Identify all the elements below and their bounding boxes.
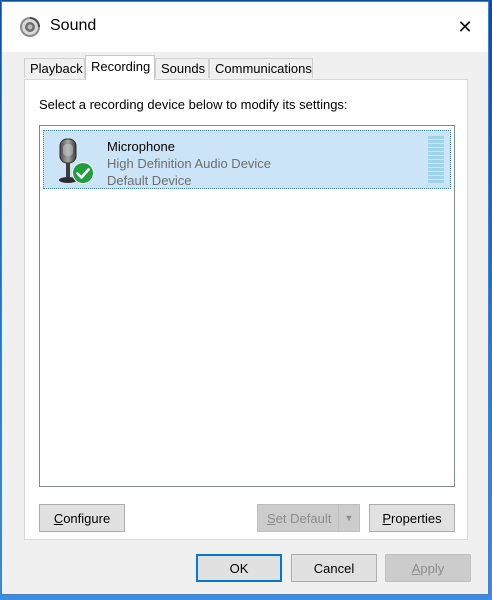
configure-label: Configure: [53, 510, 111, 526]
cancel-button[interactable]: Cancel: [291, 554, 377, 582]
default-check-icon: [72, 162, 94, 184]
set-default-button[interactable]: Set Default ▼: [257, 504, 360, 532]
ok-button[interactable]: OK: [196, 554, 282, 582]
device-list[interactable]: Microphone High Definition Audio Device …: [39, 125, 455, 487]
close-button[interactable]: ✕: [442, 2, 488, 52]
window-title: Sound: [50, 17, 97, 34]
instruction-text: Select a recording device below to modif…: [39, 97, 348, 112]
list-item[interactable]: Microphone High Definition Audio Device …: [43, 130, 451, 189]
tab-sounds[interactable]: Sounds: [155, 58, 209, 78]
sound-dialog: Sound ✕ Playback Recording Sounds Commun…: [1, 1, 489, 595]
device-description: High Definition Audio Device: [107, 156, 272, 171]
speaker-icon: [20, 17, 40, 37]
chevron-down-icon: ▼: [344, 513, 354, 523]
apply-label: Apply: [411, 560, 445, 576]
tab-playback[interactable]: Playback: [24, 58, 85, 78]
tab-communications[interactable]: Communications: [209, 58, 313, 78]
device-status: Default Device: [107, 173, 192, 188]
apply-button[interactable]: Apply: [385, 554, 471, 582]
title-bar[interactable]: Sound ✕: [2, 2, 488, 52]
set-default-dropdown[interactable]: ▼: [338, 505, 359, 531]
properties-button[interactable]: Properties: [369, 504, 455, 532]
set-default-label: Set Default: [267, 510, 332, 526]
properties-label: Properties: [382, 510, 442, 526]
recording-panel: Select a recording device below to modif…: [24, 79, 468, 540]
device-name: Microphone: [107, 139, 175, 154]
level-meter: [428, 136, 444, 184]
close-icon: ✕: [457, 16, 473, 37]
tab-recording[interactable]: Recording: [85, 55, 155, 80]
configure-button[interactable]: Configure: [39, 504, 125, 532]
